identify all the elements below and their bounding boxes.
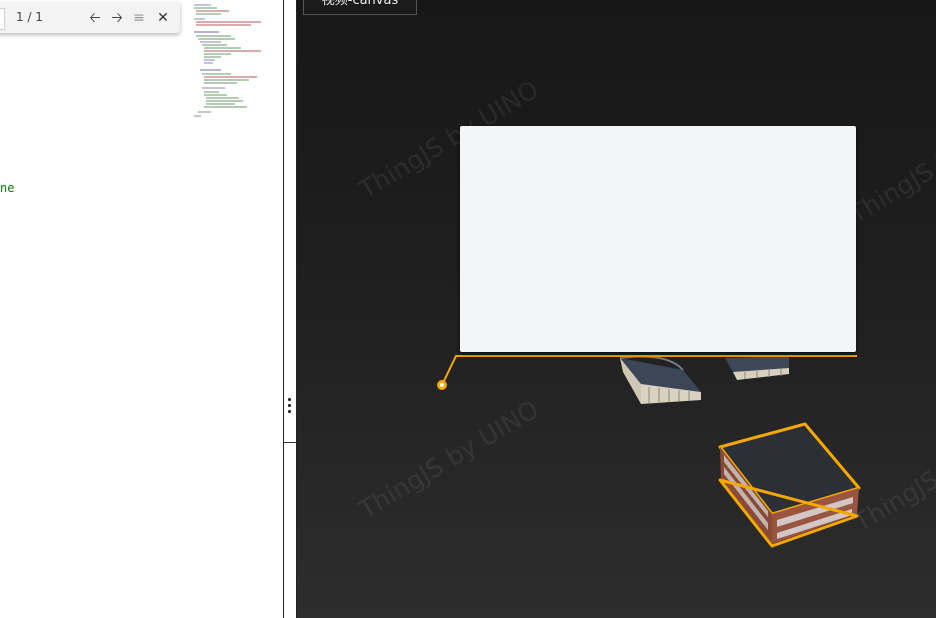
close-icon[interactable]: ✕	[154, 8, 172, 28]
match-count: 1 / 1	[16, 10, 43, 24]
video-canvas-panel[interactable]	[460, 126, 856, 352]
3d-viewport[interactable]: ThingJS by UINO ThingJS by UINO ThingJS …	[297, 0, 936, 618]
previous-match-icon[interactable]: 🡠	[86, 8, 104, 28]
next-match-icon[interactable]: 🡢	[108, 8, 126, 28]
code-editor[interactable]: * 1 / 1 🡠 🡢 ≡ ✕	[0, 0, 283, 618]
pane-splitter[interactable]	[283, 0, 297, 618]
minimap[interactable]	[191, 2, 271, 120]
drag-handle-icon[interactable]	[288, 398, 292, 416]
splitter-divider	[284, 442, 296, 443]
find-widget: * 1 / 1 🡠 🡢 ≡ ✕	[0, 2, 180, 33]
code-text: ne	[0, 181, 15, 195]
find-input[interactable]	[0, 8, 5, 30]
find-in-selection-icon[interactable]: ≡	[130, 8, 148, 28]
